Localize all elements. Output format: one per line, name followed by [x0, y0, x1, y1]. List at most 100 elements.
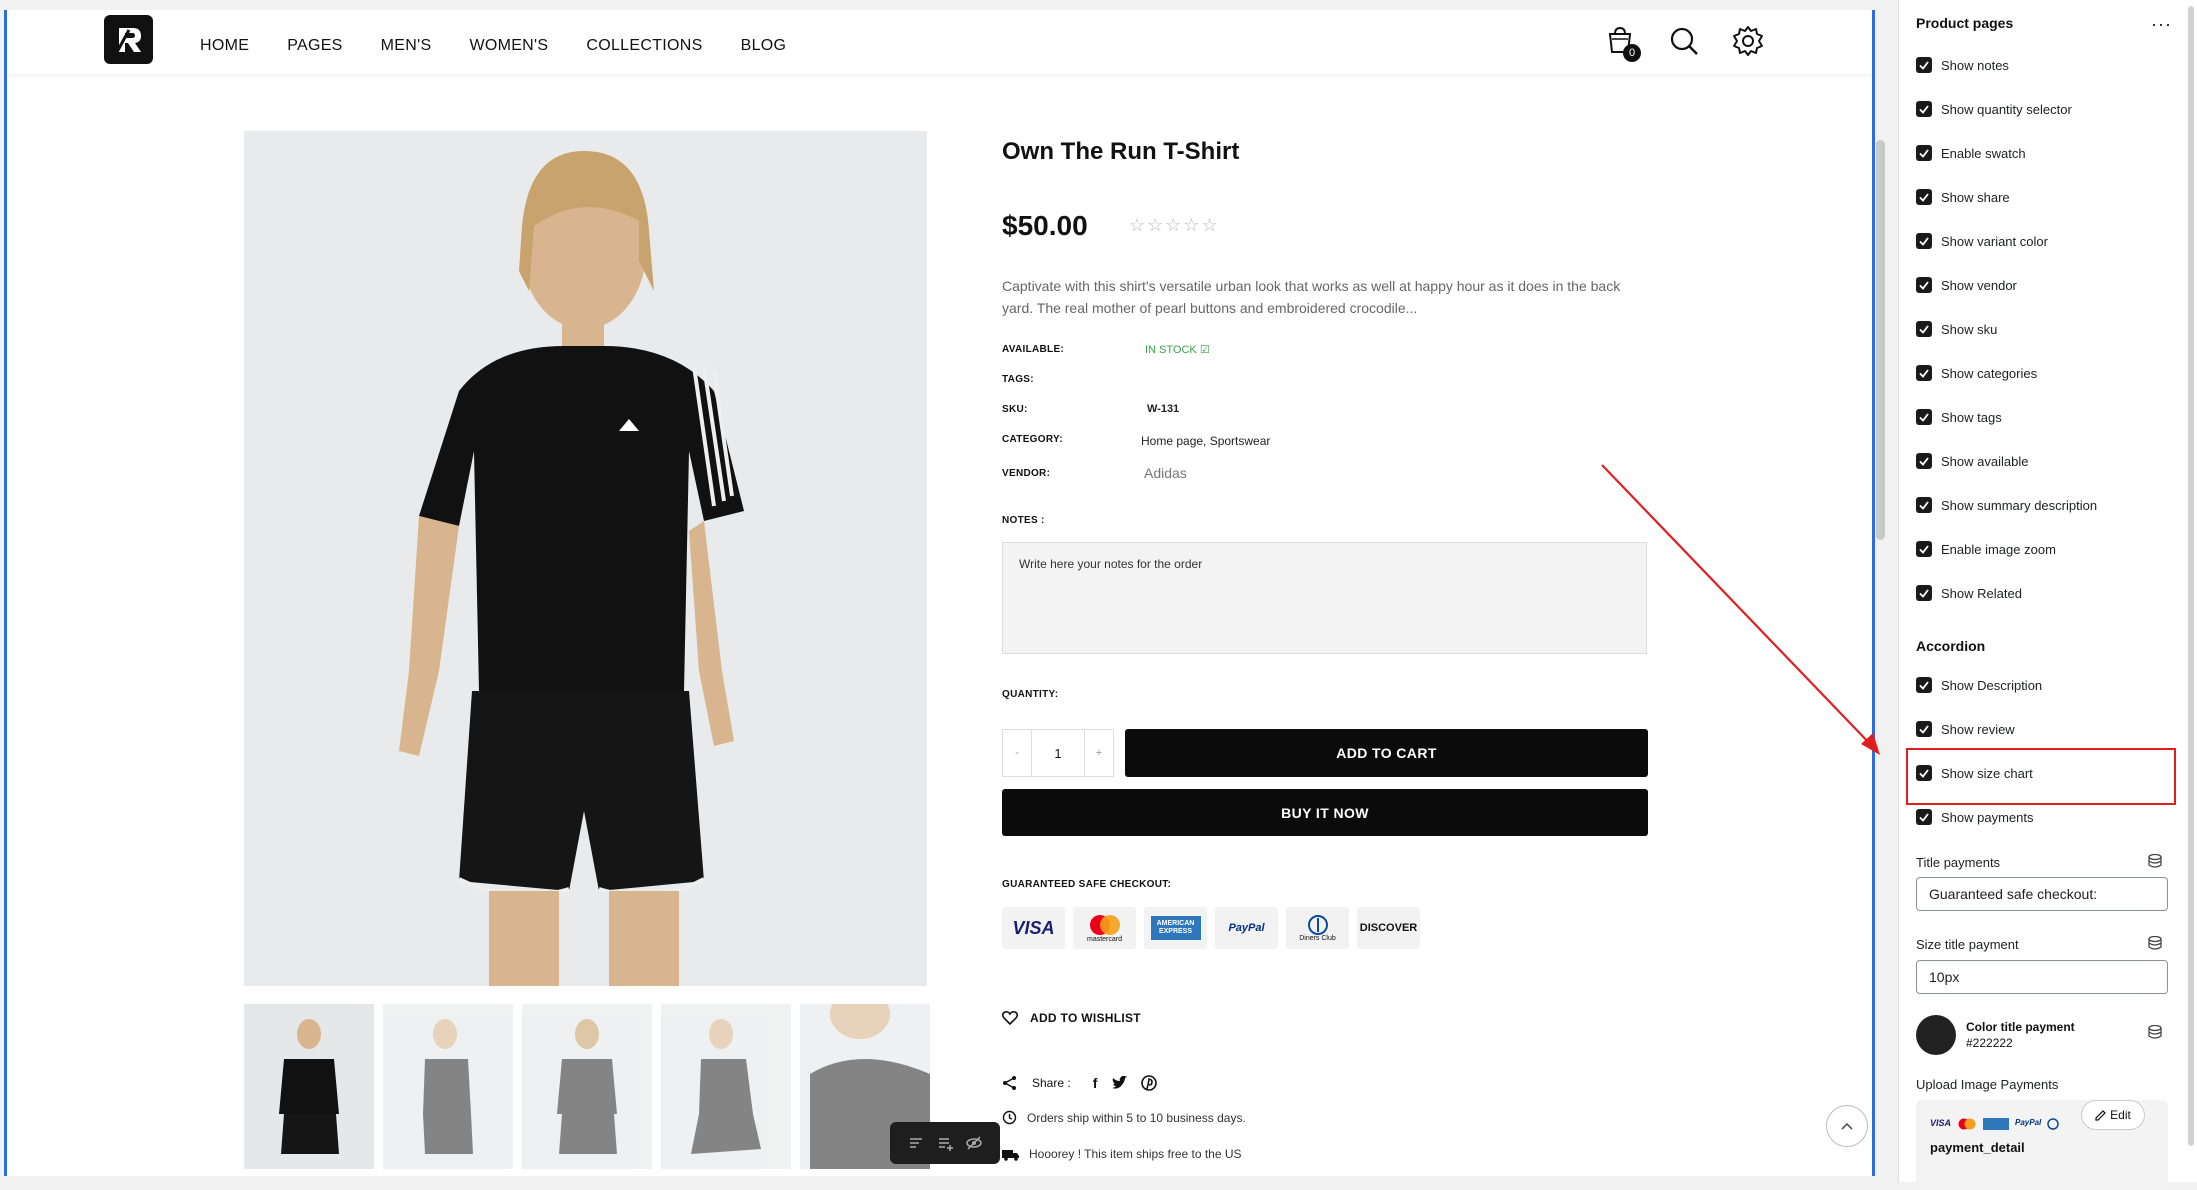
product-price: $50.00 — [1002, 210, 1088, 241]
category-value[interactable]: Home page, Sportswear — [1141, 434, 1270, 448]
annotation-arrow — [1601, 464, 1880, 755]
ship-time-info: Orders ship within 5 to 10 business days… — [1002, 1110, 1246, 1125]
nav-home[interactable]: HOME — [200, 37, 249, 55]
more-options-icon[interactable]: ··· — [2151, 14, 2172, 35]
qty-increase-button[interactable]: + — [1085, 747, 1113, 759]
panel-scrollbar[interactable] — [2188, 6, 2194, 1146]
thumbnail-2[interactable] — [383, 1004, 513, 1169]
nav-blog[interactable]: BLOG — [741, 37, 787, 55]
pencil-icon — [2095, 1109, 2107, 1121]
checkbox-checked-icon[interactable] — [1916, 721, 1932, 737]
back-to-top-button[interactable] — [1826, 1105, 1868, 1147]
checkbox-checked-icon[interactable] — [1916, 277, 1932, 293]
checkbox-row[interactable]: Show variant color — [1916, 233, 2048, 249]
heart-icon — [1002, 1010, 1018, 1025]
checkbox-label: Enable image zoom — [1941, 541, 2056, 557]
edit-image-button[interactable]: Edit — [2081, 1100, 2145, 1130]
thumbnail-strip — [244, 1004, 930, 1169]
checkbox-row[interactable]: Show vendor — [1916, 277, 2017, 293]
notes-label: NOTES : — [1002, 515, 1045, 526]
dynamic-source-icon[interactable] — [2148, 936, 2162, 950]
checkbox-checked-icon[interactable] — [1916, 57, 1932, 73]
search-icon[interactable] — [1667, 24, 1701, 58]
site-header: HOME PAGES MEN'S WOMEN'S COLLECTIONS BLO… — [7, 10, 1872, 74]
checkbox-row[interactable]: Show tags — [1916, 409, 2002, 425]
size-title-input[interactable]: 10px — [1916, 960, 2168, 994]
dynamic-source-icon[interactable] — [2148, 854, 2162, 868]
amex-mini-icon — [1983, 1118, 2010, 1130]
title-payments-input[interactable]: Guaranteed safe checkout: — [1916, 877, 2168, 911]
checkbox-row[interactable]: Show review — [1916, 721, 2015, 737]
product-main-image[interactable] — [244, 131, 927, 986]
list-add-icon[interactable] — [936, 1134, 954, 1152]
facebook-icon[interactable]: f — [1093, 1075, 1098, 1091]
gear-icon[interactable] — [1731, 24, 1765, 58]
upload-label: Upload Image Payments — [1916, 1077, 2059, 1092]
twitter-icon[interactable] — [1111, 1076, 1128, 1090]
checkbox-row[interactable]: Show Related — [1916, 585, 2022, 601]
thumbnail-4[interactable] — [661, 1004, 791, 1169]
qty-input[interactable]: 1 — [1031, 730, 1085, 776]
checkbox-checked-icon[interactable] — [1916, 497, 1932, 513]
color-swatch[interactable] — [1916, 1015, 1956, 1055]
nav-mens[interactable]: MEN'S — [381, 37, 432, 55]
checkbox-row[interactable]: Show summary description — [1916, 497, 2097, 513]
checkbox-label: Show sku — [1941, 321, 1998, 337]
checkbox-row[interactable]: Enable image zoom — [1916, 541, 2056, 557]
nav-womens[interactable]: WOMEN'S — [469, 37, 548, 55]
checkbox-row[interactable]: Show share — [1916, 189, 2010, 205]
checkbox-checked-icon[interactable] — [1916, 321, 1932, 337]
checkbox-label: Enable swatch — [1941, 145, 2026, 161]
section-title-accordion: Accordion — [1916, 638, 1986, 654]
store-logo[interactable] — [104, 15, 153, 64]
thumbnail-3[interactable] — [522, 1004, 652, 1169]
checkbox-row[interactable]: Show sku — [1916, 321, 1997, 337]
checkbox-row[interactable]: Enable swatch — [1916, 145, 2026, 161]
pinterest-icon[interactable] — [1141, 1075, 1158, 1091]
stock-status: IN STOCK ☑ — [1145, 344, 1210, 356]
checkbox-row[interactable]: Show payments — [1916, 809, 2034, 825]
nav-pages[interactable]: PAGES — [287, 37, 342, 55]
checkbox-row[interactable]: Show available — [1916, 453, 2028, 469]
discover-icon: DISCOVER — [1357, 907, 1420, 949]
checkbox-checked-icon[interactable] — [1916, 189, 1932, 205]
checkbox-checked-icon[interactable] — [1916, 677, 1932, 693]
checkbox-row[interactable]: Show Description — [1916, 677, 2042, 693]
amex-icon: AMERICAN EXPRESS — [1144, 907, 1207, 949]
checkbox-row[interactable]: Show quantity selector — [1916, 101, 2072, 117]
vendor-value[interactable]: Adidas — [1144, 465, 1187, 481]
checkbox-checked-icon[interactable] — [1916, 233, 1932, 249]
eye-off-icon[interactable] — [965, 1134, 983, 1152]
qty-decrease-button[interactable]: - — [1003, 747, 1031, 759]
sort-icon[interactable] — [907, 1134, 925, 1152]
payment-icons: VISA mastercard AMERICAN EXPRESS PayPal … — [1002, 907, 1420, 949]
rating-stars[interactable]: ☆☆☆☆☆ — [1129, 215, 1220, 236]
checkbox-checked-icon[interactable] — [1916, 453, 1932, 469]
buy-now-button[interactable]: BUY IT NOW — [1002, 789, 1648, 836]
notes-textarea[interactable]: Write here your notes for the order — [1002, 542, 1647, 654]
checkbox-row[interactable]: Show notes — [1916, 57, 2009, 73]
add-to-cart-button[interactable]: ADD TO CART — [1125, 729, 1648, 777]
checkbox-checked-icon[interactable] — [1916, 541, 1932, 557]
diners-club-icon: Diners Club — [1286, 907, 1349, 949]
checkbox-checked-icon[interactable] — [1916, 145, 1932, 161]
checkbox-checked-icon[interactable] — [1916, 409, 1932, 425]
dynamic-source-icon[interactable] — [2148, 1025, 2162, 1039]
checkbox-checked-icon[interactable] — [1916, 585, 1932, 601]
share-icon — [1003, 1076, 1016, 1090]
checkbox-row[interactable]: Show categories — [1916, 365, 2037, 381]
checkbox-checked-icon[interactable] — [1916, 809, 1932, 825]
add-to-wishlist-link[interactable]: ADD TO WISHLIST — [1002, 1010, 1141, 1025]
cart-icon[interactable]: 0 — [1603, 24, 1641, 62]
checkbox-checked-icon[interactable] — [1916, 101, 1932, 117]
cart-count-badge: 0 — [1623, 44, 1641, 62]
visa-mini-icon: VISA — [1930, 1118, 1952, 1128]
color-title-label: Color title payment — [1966, 1020, 2075, 1034]
nav-collections[interactable]: COLLECTIONS — [586, 37, 702, 55]
size-title-label: Size title payment — [1916, 937, 2019, 952]
diners-mini-icon — [2047, 1118, 2060, 1130]
category-label: CATEGORY: — [1002, 434, 1063, 445]
thumbnail-1[interactable] — [244, 1004, 374, 1169]
checkbox-checked-icon[interactable] — [1916, 365, 1932, 381]
available-label: AVAILABLE: — [1002, 344, 1065, 355]
